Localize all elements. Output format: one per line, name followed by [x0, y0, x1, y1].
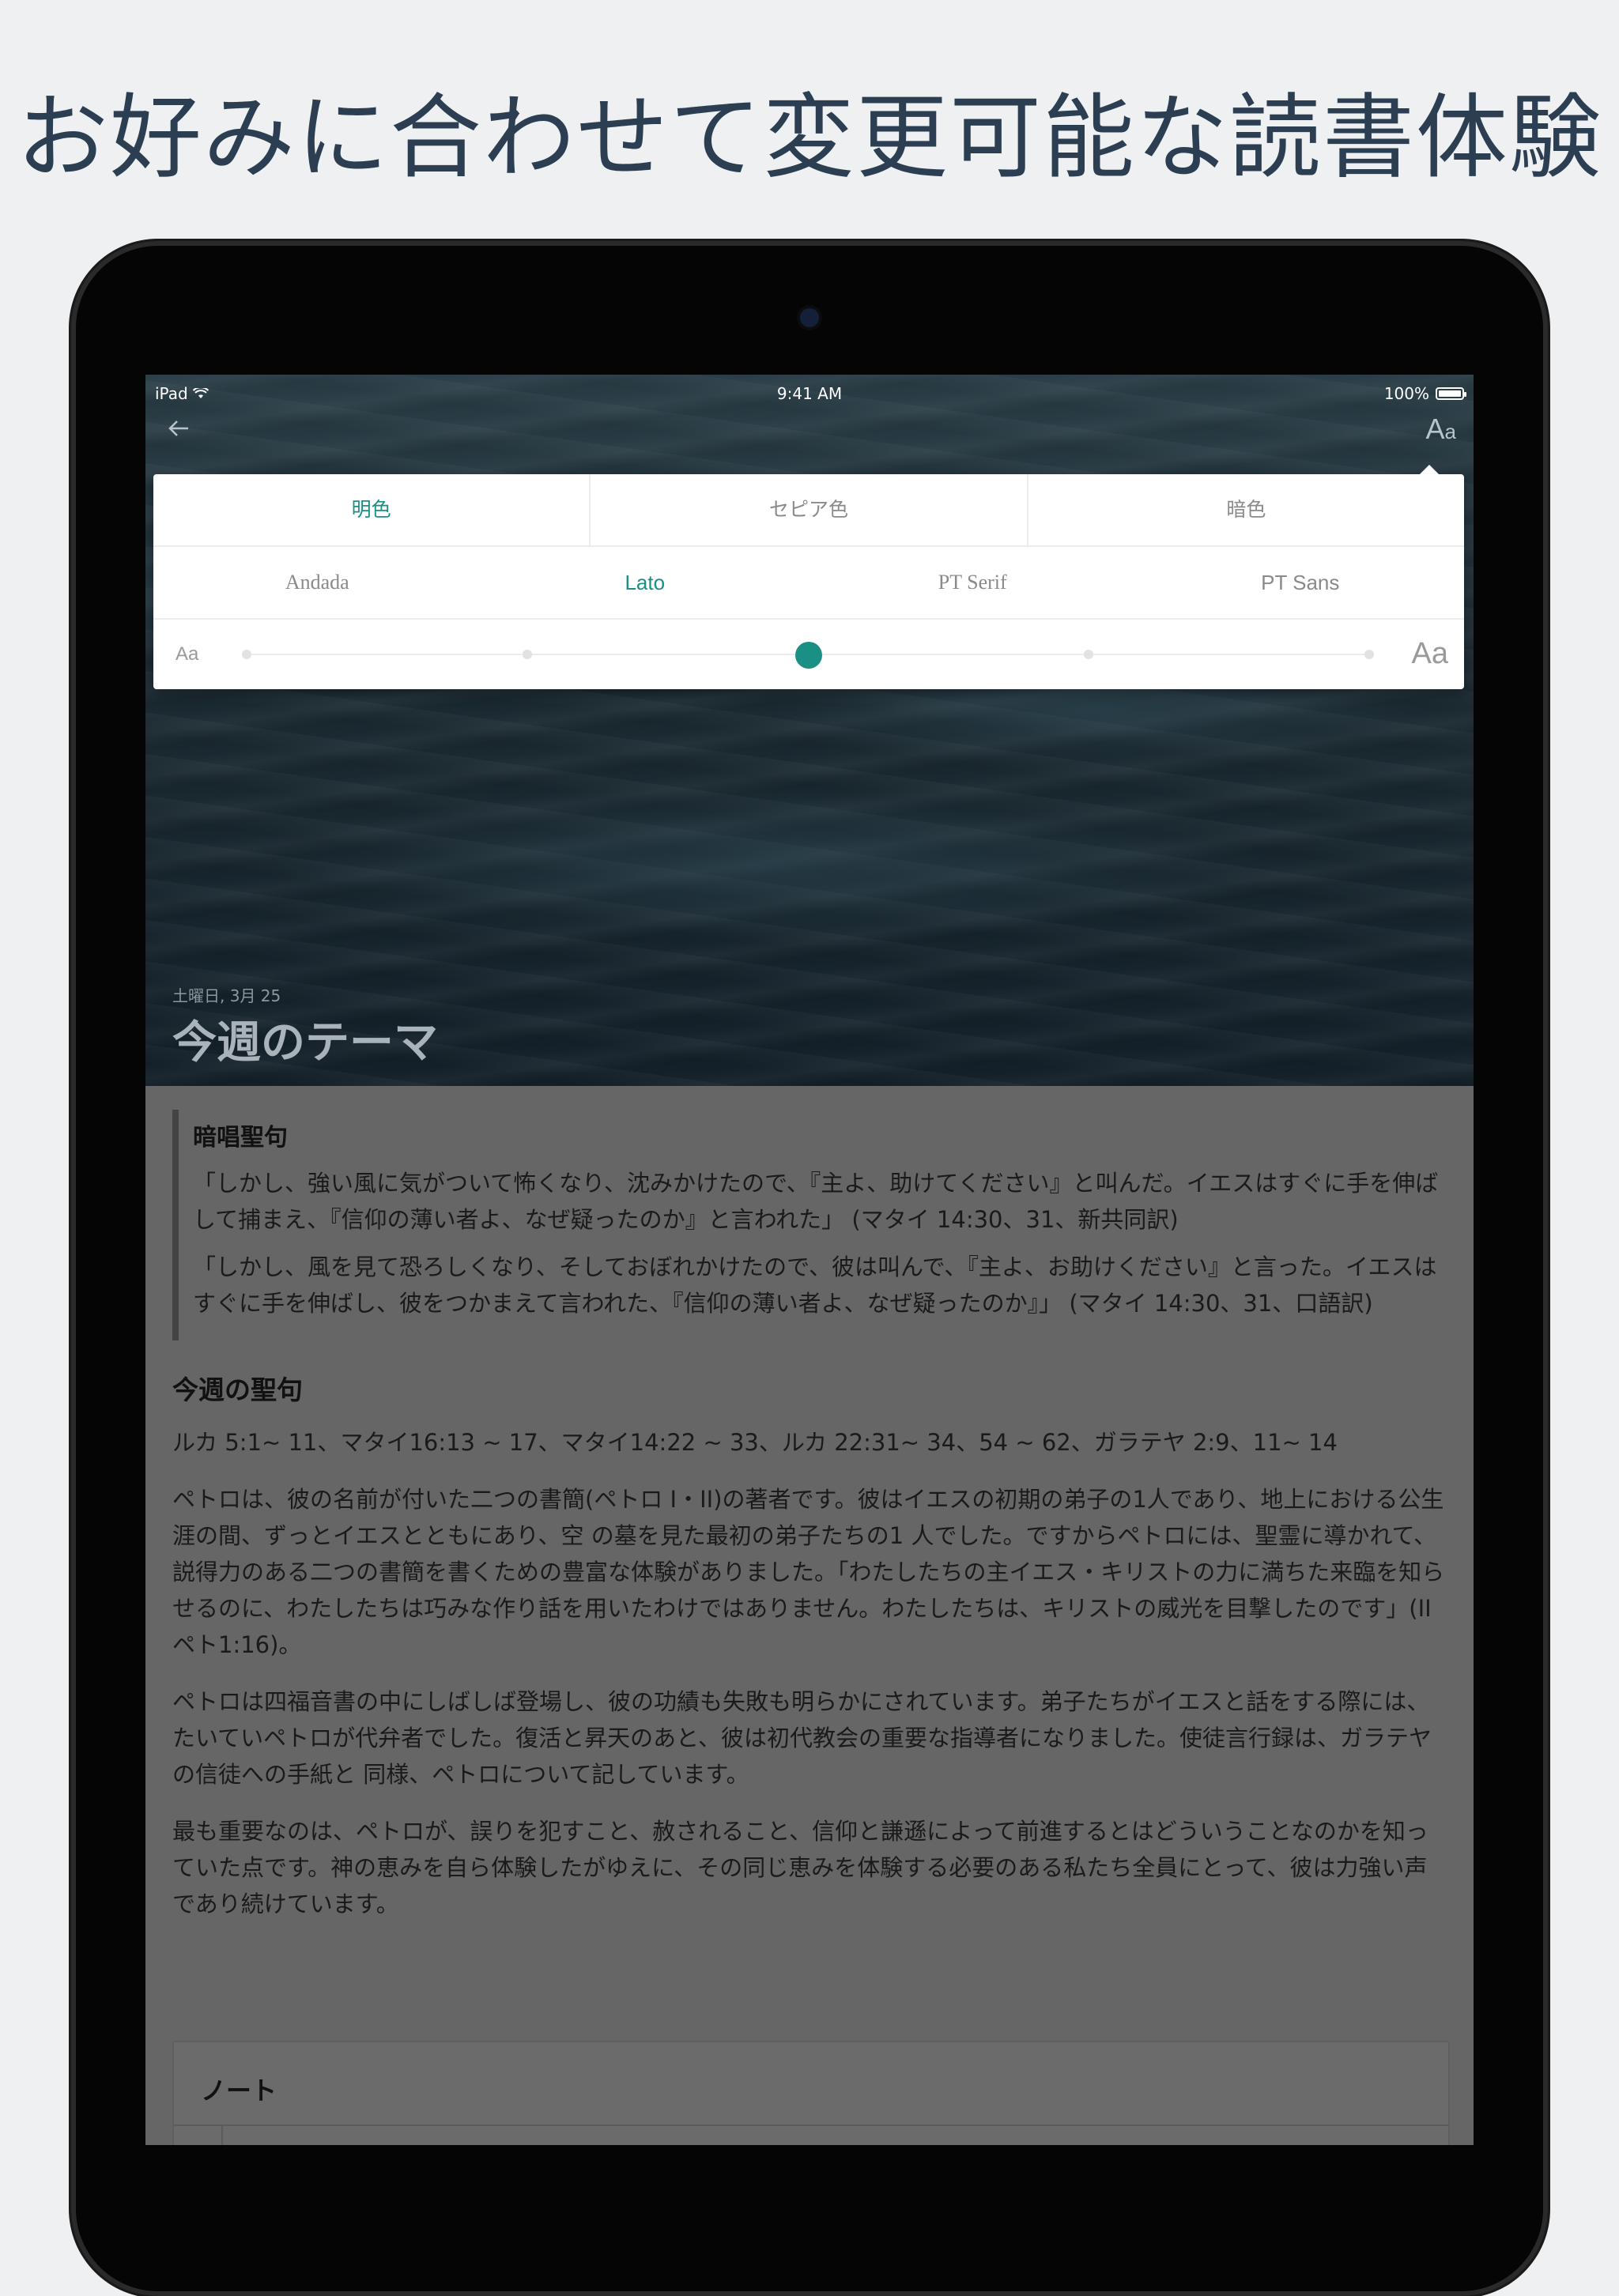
memory-verse-text-alt: 「しかし、風を見て恐ろしくなり、そしておぼれかけたので、彼は叫んで、『主よ、お助…	[193, 1254, 1437, 1317]
font-selector: Andada Lato PT Serif PT Sans	[153, 547, 1464, 620]
paragraph: ペトロは、彼の名前が付いた二つの書簡(ペトロ I・II)の著者です。彼はイエスの…	[172, 1486, 1445, 1658]
size-large-label: Aa	[1411, 637, 1448, 670]
notes-heading: ノート	[201, 2075, 277, 2106]
theme-dark-option[interactable]: 暗色	[1028, 474, 1464, 545]
font-settings-icon[interactable]: Aa	[1426, 413, 1456, 446]
font-size-slider[interactable]: Aa Aa	[153, 620, 1464, 689]
back-arrow-icon[interactable]	[166, 416, 198, 447]
slider-tick[interactable]	[242, 650, 251, 659]
promo-headline: お好みに合わせて変更可能な読書体験	[17, 85, 1602, 191]
theme-selector: 明色 セピア色 暗色	[153, 474, 1464, 547]
paragraph: 最も重要なのは、ペトロが、誤りを犯すこと、赦されること、信仰と謙遜によって前進す…	[172, 1818, 1428, 1917]
battery-icon	[1436, 387, 1466, 400]
slider-tick[interactable]	[1084, 650, 1093, 659]
app-screen: iPad 9:41 AM 100% Aa 明色 セピア色 暗色 Andada L…	[145, 375, 1474, 2145]
lesson-date: 土曜日, 3月 25	[172, 986, 281, 1005]
memory-verse-heading: 暗唱聖句	[193, 1124, 288, 1152]
readings-heading: 今週の聖句	[172, 1374, 303, 1405]
status-battery: 100%	[1384, 384, 1466, 403]
memory-verse-text: 「しかし、強い風に気がついて怖くなり、沈みかけたので、『主よ、助けてください』と…	[193, 1170, 1439, 1233]
divider	[174, 2124, 1448, 2126]
reading-settings-popover: 明色 セピア色 暗色 Andada Lato PT Serif PT Sans …	[153, 465, 1464, 689]
theme-light-option[interactable]: 明色	[153, 474, 591, 545]
font-ptserif-option[interactable]: PT Serif	[809, 547, 1137, 618]
status-bar: iPad 9:41 AM 100%	[145, 375, 1474, 409]
slider-tick[interactable]	[1364, 650, 1374, 659]
camera-icon	[800, 308, 819, 327]
slider-tick[interactable]	[523, 650, 532, 659]
lesson-content: 暗唱聖句 「しかし、強い風に気がついて怖くなり、沈みかけたので、『主よ、助けてく…	[172, 1110, 1447, 1943]
theme-sepia-option[interactable]: セピア色	[591, 474, 1028, 545]
paragraph: ペトロは四福音書の中にしばしば登場し、彼の功績も失敗も明らかにされています。弟子…	[172, 1688, 1432, 1788]
readings-list: ルカ 5:1~ 11、マタイ16:13 ~ 17、マタイ14:22 ~ 33、ル…	[172, 1429, 1338, 1456]
font-andada-option[interactable]: Andada	[153, 547, 481, 618]
status-time: 9:41 AM	[776, 384, 843, 403]
notes-panel[interactable]: ノート	[172, 2041, 1450, 2145]
font-ptsans-option[interactable]: PT Sans	[1137, 547, 1465, 618]
divider	[221, 2124, 223, 2145]
font-lato-option[interactable]: Lato	[481, 547, 810, 618]
size-small-label: Aa	[175, 643, 199, 665]
lesson-title: 今週のテーマ	[172, 1017, 438, 1069]
slider-thumb[interactable]	[795, 642, 822, 669]
memory-verse-block: 暗唱聖句 「しかし、強い風に気がついて怖くなり、沈みかけたので、『主よ、助けてく…	[172, 1110, 1447, 1340]
